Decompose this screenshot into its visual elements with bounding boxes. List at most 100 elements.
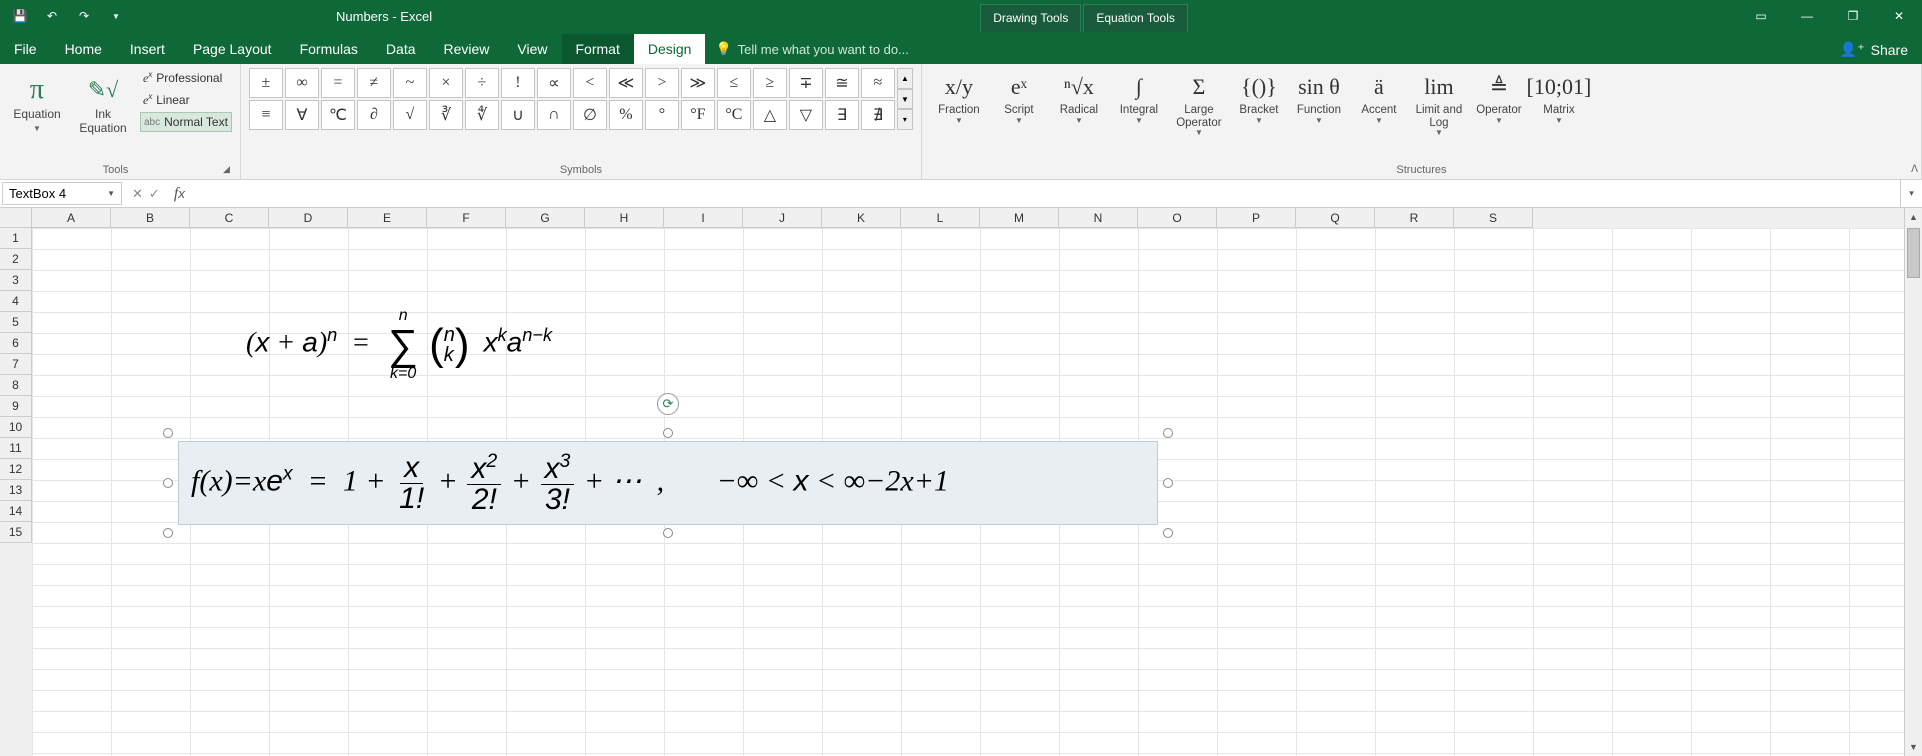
- col-header-P[interactable]: P: [1217, 208, 1296, 228]
- tab-page-layout[interactable]: Page Layout: [179, 34, 286, 64]
- col-header-K[interactable]: K: [822, 208, 901, 228]
- collapse-ribbon-icon[interactable]: ᐱ: [1911, 164, 1918, 175]
- col-header-S[interactable]: S: [1454, 208, 1533, 228]
- qat-customize-icon[interactable]: ▼: [104, 4, 128, 28]
- symbol-cell[interactable]: ≅: [825, 68, 859, 98]
- resize-handle-ne[interactable]: [1163, 428, 1173, 438]
- undo-icon[interactable]: ↶: [40, 4, 64, 28]
- tools-dialog-launcher[interactable]: ◢: [223, 164, 230, 175]
- equation-button[interactable]: π Equation ▼: [8, 68, 66, 137]
- resize-handle-nw[interactable]: [163, 428, 173, 438]
- linear-option[interactable]: exLinear: [140, 90, 232, 110]
- row-header-7[interactable]: 7: [0, 354, 32, 375]
- row-header-10[interactable]: 10: [0, 417, 32, 438]
- scroll-thumb[interactable]: [1907, 228, 1920, 278]
- symbol-cell[interactable]: ∀: [285, 100, 319, 130]
- symbol-cell[interactable]: ÷: [465, 68, 499, 98]
- contextual-tab-drawing[interactable]: Drawing Tools: [980, 4, 1081, 32]
- symbol-cell[interactable]: ℃: [321, 100, 355, 130]
- row-header-8[interactable]: 8: [0, 375, 32, 396]
- symbol-scroll-up[interactable]: ▲: [897, 68, 913, 89]
- row-header-9[interactable]: 9: [0, 396, 32, 417]
- symbol-scroll-down[interactable]: ▼: [897, 89, 913, 110]
- select-all-corner[interactable]: [0, 208, 32, 228]
- structure-script[interactable]: eˣScript▼: [990, 68, 1048, 127]
- row-header-3[interactable]: 3: [0, 270, 32, 291]
- col-header-B[interactable]: B: [111, 208, 190, 228]
- col-header-M[interactable]: M: [980, 208, 1059, 228]
- tab-format[interactable]: Format: [562, 34, 634, 64]
- col-header-E[interactable]: E: [348, 208, 427, 228]
- name-box-dropdown-icon[interactable]: ▼: [107, 189, 115, 198]
- symbol-cell[interactable]: <: [573, 68, 607, 98]
- structure-integral[interactable]: ∫Integral▼: [1110, 68, 1168, 127]
- cancel-formula-icon[interactable]: ✕: [132, 186, 143, 202]
- contextual-tab-equation[interactable]: Equation Tools: [1083, 4, 1188, 32]
- ribbon-display-options-icon[interactable]: ▭: [1738, 0, 1784, 32]
- name-box[interactable]: TextBox 4 ▼: [2, 182, 122, 205]
- symbol-cell[interactable]: ∅: [573, 100, 607, 130]
- symbol-cell[interactable]: △: [753, 100, 787, 130]
- row-header-2[interactable]: 2: [0, 249, 32, 270]
- symbol-cell[interactable]: ±: [249, 68, 283, 98]
- rotate-handle-icon[interactable]: ⟳: [657, 393, 679, 415]
- selected-textbox[interactable]: ⟳ f(x)=xex = 1 + x1! + x22! + x33! + ⋯ ,…: [168, 433, 1168, 533]
- symbol-cell[interactable]: ∂: [357, 100, 391, 130]
- formula-bar-expand-icon[interactable]: ▾: [1900, 180, 1922, 207]
- col-header-Q[interactable]: Q: [1296, 208, 1375, 228]
- professional-option[interactable]: exProfessional: [140, 68, 232, 88]
- symbol-cell[interactable]: ∄: [861, 100, 895, 130]
- resize-handle-n[interactable]: [663, 428, 673, 438]
- symbol-cell[interactable]: ×: [429, 68, 463, 98]
- structure-accent[interactable]: äAccent▼: [1350, 68, 1408, 127]
- col-header-L[interactable]: L: [901, 208, 980, 228]
- tell-me-search[interactable]: 💡 Tell me what you want to do...: [705, 34, 1825, 64]
- row-header-13[interactable]: 13: [0, 480, 32, 501]
- tab-data[interactable]: Data: [372, 34, 430, 64]
- symbol-cell[interactable]: ∩: [537, 100, 571, 130]
- scroll-up-icon[interactable]: ▲: [1905, 208, 1922, 226]
- symbol-cell[interactable]: ∓: [789, 68, 823, 98]
- structure-radical[interactable]: ⁿ√xRadical▼: [1050, 68, 1108, 127]
- symbol-cell[interactable]: ∜: [465, 100, 499, 130]
- symbol-cell[interactable]: ≥: [753, 68, 787, 98]
- tab-file[interactable]: File: [0, 34, 51, 64]
- ink-equation-button[interactable]: ✎√ Ink Equation: [72, 68, 134, 140]
- resize-handle-s[interactable]: [663, 528, 673, 538]
- normal-text-option[interactable]: abcNormal Text: [140, 112, 232, 132]
- redo-icon[interactable]: ↷: [72, 4, 96, 28]
- symbol-cell[interactable]: %: [609, 100, 643, 130]
- row-header-1[interactable]: 1: [0, 228, 32, 249]
- structure-limit-and-log[interactable]: limLimit and Log▼: [1410, 68, 1468, 140]
- symbol-cell[interactable]: =: [321, 68, 355, 98]
- col-header-R[interactable]: R: [1375, 208, 1454, 228]
- col-header-D[interactable]: D: [269, 208, 348, 228]
- symbol-cell[interactable]: ▽: [789, 100, 823, 130]
- col-header-C[interactable]: C: [190, 208, 269, 228]
- resize-handle-e[interactable]: [1163, 478, 1173, 488]
- row-header-15[interactable]: 15: [0, 522, 32, 543]
- structure-function[interactable]: sin θFunction▼: [1290, 68, 1348, 127]
- col-header-H[interactable]: H: [585, 208, 664, 228]
- symbol-cell[interactable]: °F: [681, 100, 715, 130]
- symbol-cell[interactable]: °: [645, 100, 679, 130]
- row-header-5[interactable]: 5: [0, 312, 32, 333]
- row-header-14[interactable]: 14: [0, 501, 32, 522]
- tab-home[interactable]: Home: [51, 34, 116, 64]
- col-header-F[interactable]: F: [427, 208, 506, 228]
- resize-handle-se[interactable]: [1163, 528, 1173, 538]
- col-header-O[interactable]: O: [1138, 208, 1217, 228]
- equation-taylor-series[interactable]: f(x)=xex = 1 + x1! + x22! + x33! + ⋯ , −…: [178, 441, 1158, 525]
- structure-matrix[interactable]: [10;01]Matrix▼: [1530, 68, 1588, 127]
- col-header-I[interactable]: I: [664, 208, 743, 228]
- tab-view[interactable]: View: [503, 34, 561, 64]
- minimize-icon[interactable]: —: [1784, 0, 1830, 32]
- symbol-cell[interactable]: ~: [393, 68, 427, 98]
- row-header-12[interactable]: 12: [0, 459, 32, 480]
- save-icon[interactable]: 💾: [8, 4, 32, 28]
- scroll-down-icon[interactable]: ▼: [1905, 738, 1922, 756]
- symbol-cell[interactable]: °C: [717, 100, 751, 130]
- col-header-J[interactable]: J: [743, 208, 822, 228]
- col-header-N[interactable]: N: [1059, 208, 1138, 228]
- resize-handle-w[interactable]: [163, 478, 173, 488]
